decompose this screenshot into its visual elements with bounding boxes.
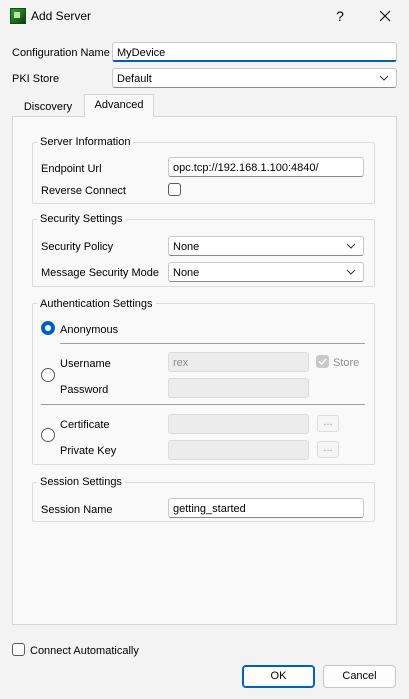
close-button[interactable] (363, 0, 407, 32)
app-icon (10, 8, 26, 24)
certificate-label: Certificate (60, 419, 110, 431)
config-name-input[interactable]: MyDevice (112, 42, 397, 62)
tab-advanced[interactable]: Advanced (84, 94, 154, 117)
message-security-mode-select[interactable]: None (168, 262, 364, 282)
security-policy-select[interactable]: None (168, 236, 364, 256)
checkmark-icon (318, 358, 327, 366)
message-security-mode-label: Message Security Mode (41, 267, 159, 279)
auth-title: Authentication Settings (37, 297, 156, 311)
security-policy-label: Security Policy (41, 241, 114, 253)
pki-store-label: PKI Store (12, 73, 60, 85)
private-key-browse-button[interactable]: ... (317, 441, 339, 458)
password-label: Password (60, 384, 109, 396)
security-title: Security Settings (37, 212, 126, 226)
session-name-input[interactable]: getting_started (168, 498, 364, 518)
title-bar: Add Server ? (0, 0, 409, 32)
auth-divider (60, 343, 365, 344)
window-title: Add Server (31, 9, 92, 23)
pki-store-value: Default (117, 73, 152, 85)
tab-discovery[interactable]: Discovery (14, 96, 82, 117)
store-checkbox[interactable] (316, 355, 329, 368)
reverse-connect-checkbox[interactable] (168, 183, 181, 196)
reverse-connect-label: Reverse Connect (41, 185, 126, 197)
certificate-browse-button[interactable]: ... (317, 415, 339, 432)
help-button[interactable]: ? (318, 0, 362, 32)
username-radio[interactable] (41, 368, 55, 382)
username-label: Username (60, 358, 111, 370)
endpoint-url-input[interactable]: opc.tcp://192.168.1.100:4840/ (168, 157, 364, 177)
certificate-input[interactable] (168, 414, 309, 434)
username-input[interactable]: rex (168, 352, 309, 372)
anonymous-radio[interactable] (41, 321, 55, 335)
connect-automatically-label: Connect Automatically (30, 645, 139, 657)
chevron-down-icon (379, 75, 389, 81)
connect-automatically-checkbox[interactable] (12, 643, 25, 656)
password-input[interactable] (168, 378, 309, 398)
anonymous-label: Anonymous (60, 324, 119, 336)
session-name-label: Session Name (41, 504, 113, 516)
server-info-title: Server Information (37, 135, 134, 149)
store-label: Store (333, 357, 360, 369)
private-key-input[interactable] (168, 440, 309, 460)
cancel-button[interactable]: Cancel (323, 665, 396, 688)
message-security-mode-value: None (173, 267, 200, 279)
pki-store-select[interactable]: Default (112, 68, 397, 88)
chevron-down-icon (346, 269, 356, 275)
config-name-label: Configuration Name (12, 47, 110, 59)
ok-button[interactable]: OK (242, 665, 315, 688)
endpoint-url-label: Endpoint Url (41, 163, 102, 175)
security-policy-value: None (173, 241, 200, 253)
certificate-radio[interactable] (41, 428, 55, 442)
session-title: Session Settings (37, 475, 125, 489)
private-key-label: Private Key (60, 445, 117, 457)
auth-divider-2 (41, 404, 365, 405)
close-icon (379, 10, 391, 22)
chevron-down-icon (346, 243, 356, 249)
